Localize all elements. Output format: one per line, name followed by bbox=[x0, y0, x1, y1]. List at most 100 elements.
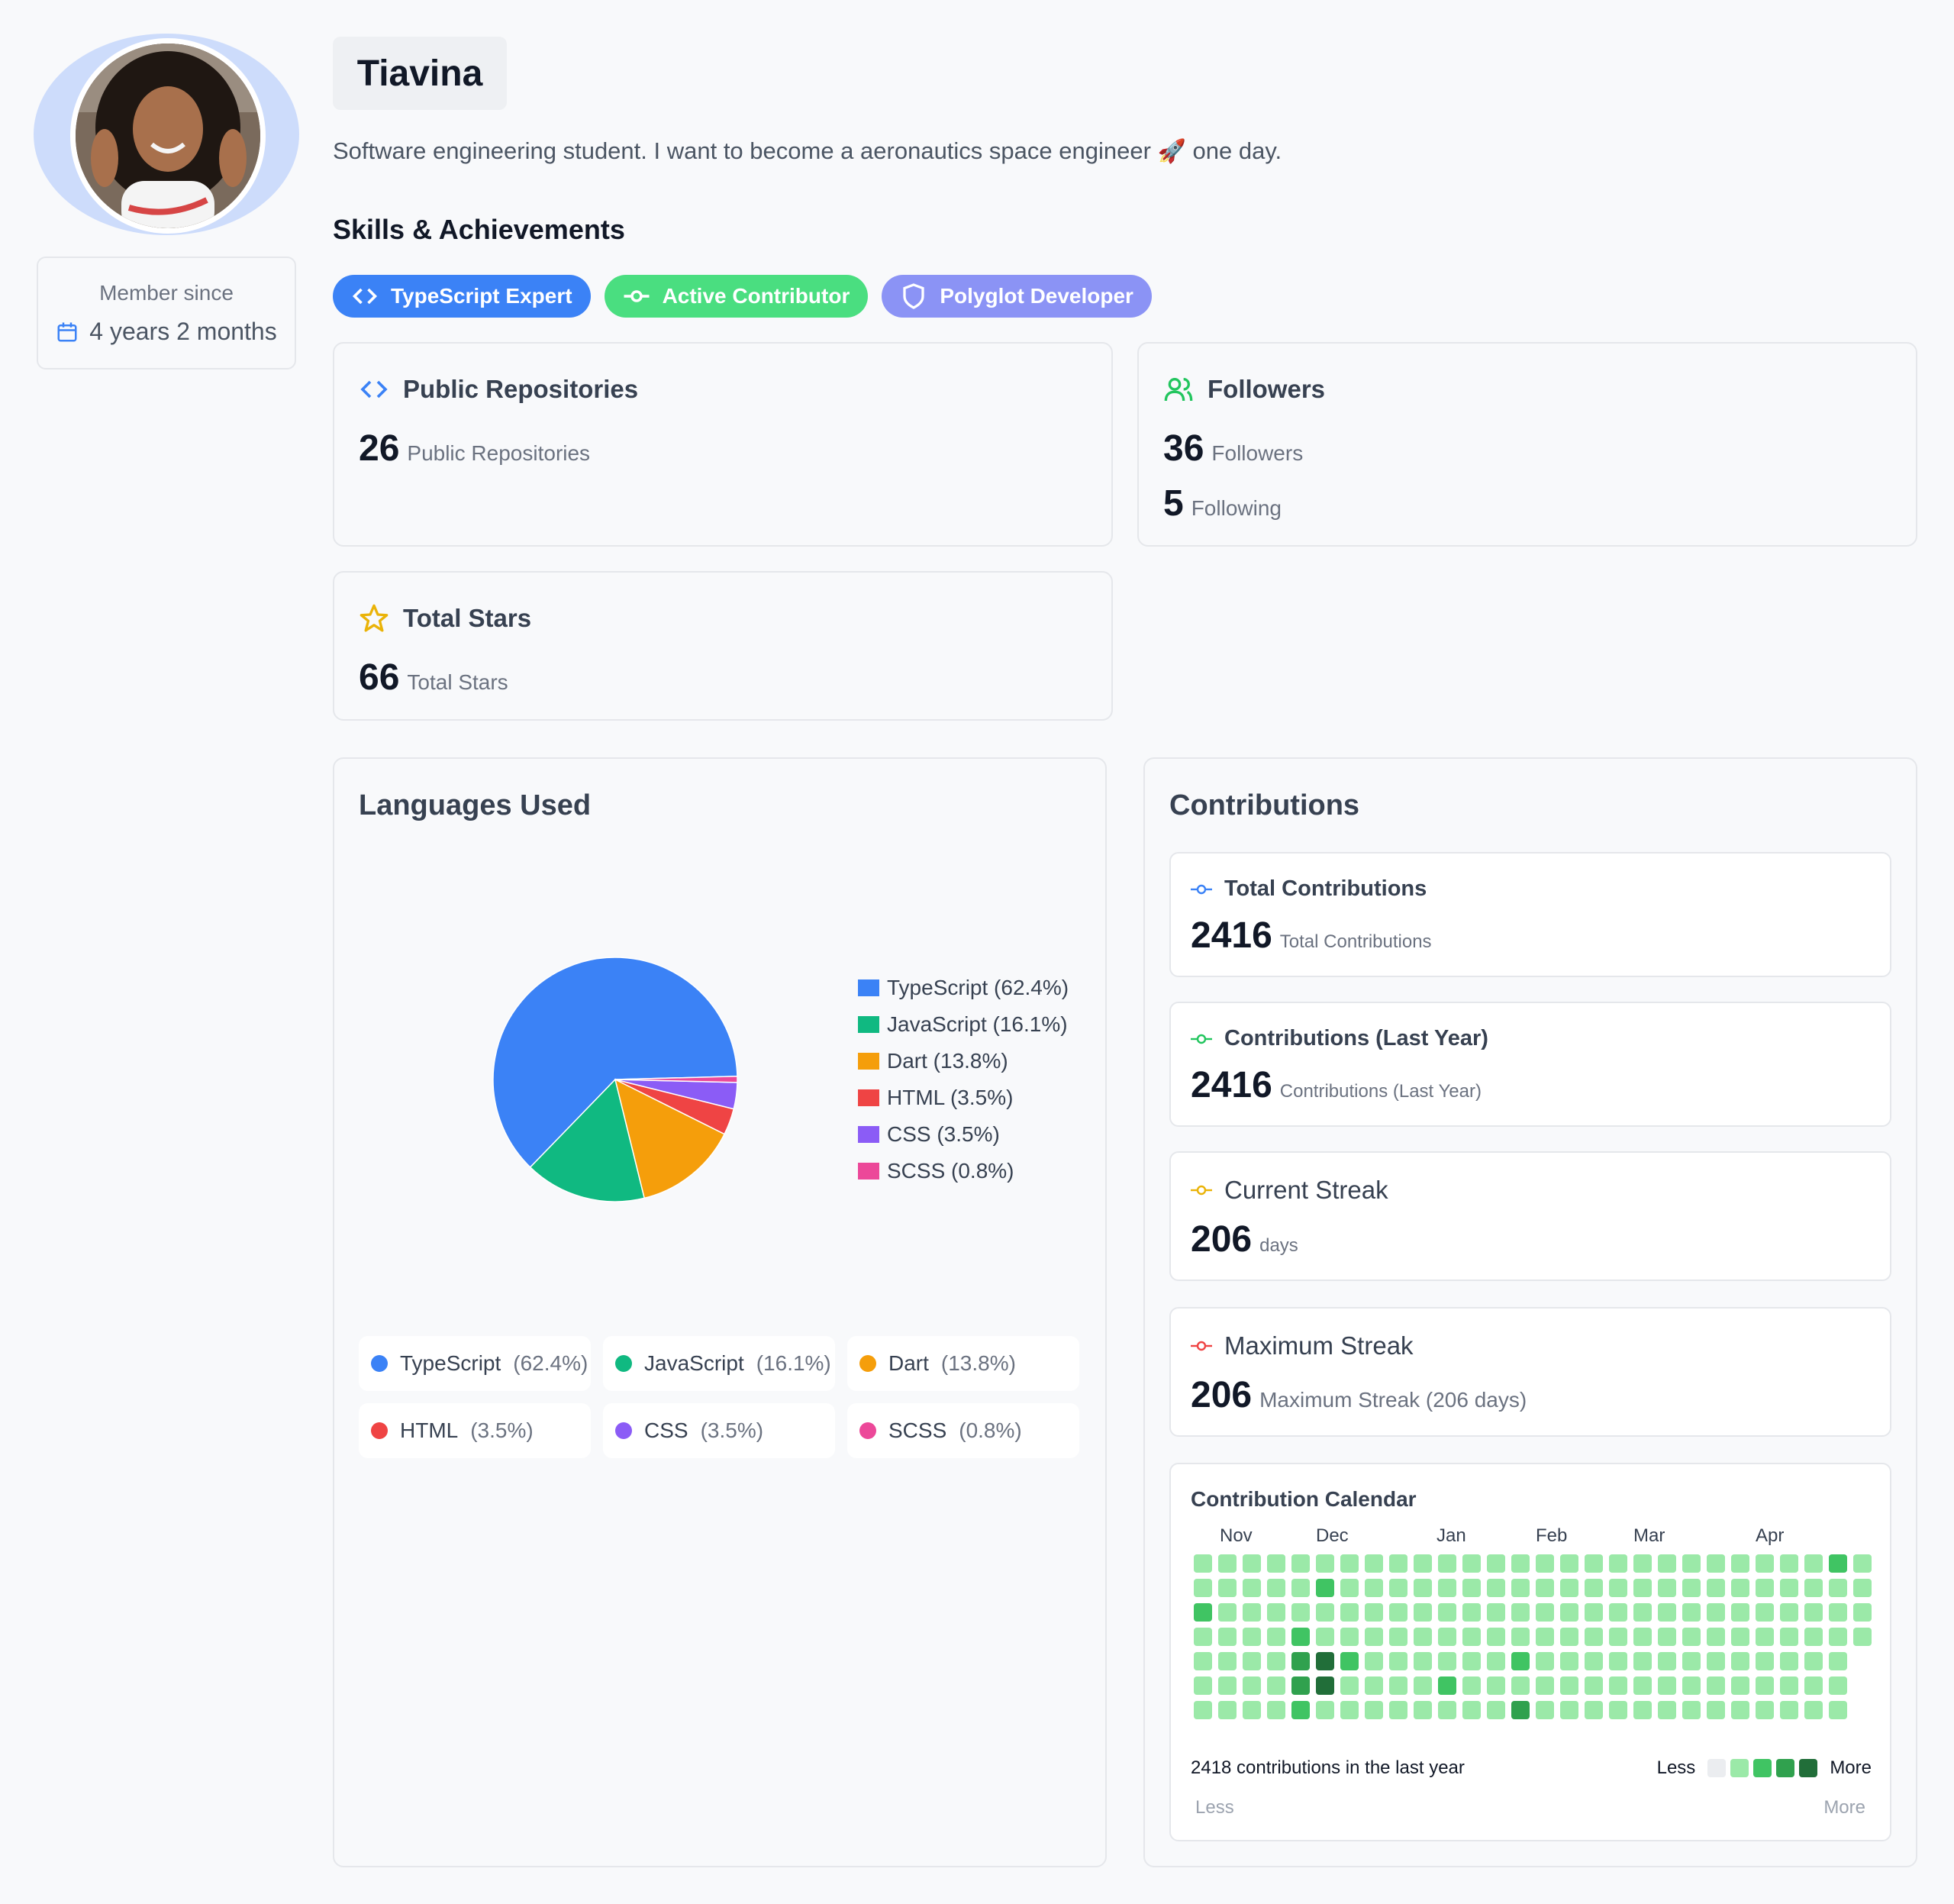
contribution-day-cell[interactable] bbox=[1585, 1701, 1603, 1719]
contribution-day-cell[interactable] bbox=[1414, 1554, 1432, 1573]
contribution-day-cell[interactable] bbox=[1707, 1676, 1725, 1695]
contribution-day-cell[interactable] bbox=[1829, 1652, 1847, 1670]
contribution-day-cell[interactable] bbox=[1462, 1554, 1481, 1573]
contribution-day-cell[interactable] bbox=[1462, 1603, 1481, 1622]
contribution-day-cell[interactable] bbox=[1780, 1628, 1798, 1646]
contribution-day-cell[interactable] bbox=[1829, 1579, 1847, 1597]
contribution-day-cell[interactable] bbox=[1414, 1676, 1432, 1695]
contribution-day-cell[interactable] bbox=[1365, 1701, 1383, 1719]
contribution-day-cell[interactable] bbox=[1438, 1603, 1456, 1622]
contribution-day-cell[interactable] bbox=[1414, 1701, 1432, 1719]
contribution-day-cell[interactable] bbox=[1340, 1701, 1359, 1719]
contribution-day-cell[interactable] bbox=[1487, 1628, 1505, 1646]
contribution-day-cell[interactable] bbox=[1365, 1676, 1383, 1695]
contribution-day-cell[interactable] bbox=[1316, 1676, 1334, 1695]
contribution-day-cell[interactable] bbox=[1585, 1676, 1603, 1695]
contribution-day-cell[interactable] bbox=[1633, 1652, 1652, 1670]
contribution-day-cell[interactable] bbox=[1194, 1603, 1212, 1622]
contribution-day-cell[interactable] bbox=[1267, 1652, 1285, 1670]
legend-item[interactable]: Dart (13.8%) bbox=[858, 1043, 1069, 1079]
contribution-day-cell[interactable] bbox=[1291, 1676, 1310, 1695]
contribution-day-cell[interactable] bbox=[1218, 1603, 1237, 1622]
contribution-day-cell[interactable] bbox=[1218, 1579, 1237, 1597]
contribution-day-cell[interactable] bbox=[1658, 1701, 1676, 1719]
contribution-day-cell[interactable] bbox=[1829, 1554, 1847, 1573]
contribution-day-cell[interactable] bbox=[1243, 1676, 1261, 1695]
contribution-day-cell[interactable] bbox=[1462, 1628, 1481, 1646]
contribution-day-cell[interactable] bbox=[1194, 1701, 1212, 1719]
language-chip-typescript[interactable]: TypeScript (62.4%) bbox=[359, 1336, 591, 1391]
legend-item[interactable]: CSS (3.5%) bbox=[858, 1116, 1069, 1153]
contribution-day-cell[interactable] bbox=[1804, 1579, 1823, 1597]
contribution-day-cell[interactable] bbox=[1707, 1701, 1725, 1719]
contribution-day-cell[interactable] bbox=[1585, 1628, 1603, 1646]
contribution-day-cell[interactable] bbox=[1609, 1701, 1627, 1719]
contribution-day-cell[interactable] bbox=[1853, 1628, 1872, 1646]
contribution-day-cell[interactable] bbox=[1707, 1579, 1725, 1597]
contribution-day-cell[interactable] bbox=[1731, 1554, 1749, 1573]
contribution-day-cell[interactable] bbox=[1682, 1652, 1701, 1670]
contribution-day-cell[interactable] bbox=[1780, 1701, 1798, 1719]
contribution-day-cell[interactable] bbox=[1487, 1652, 1505, 1670]
contribution-day-cell[interactable] bbox=[1414, 1579, 1432, 1597]
legend-item[interactable]: SCSS (0.8%) bbox=[858, 1153, 1069, 1189]
contribution-day-cell[interactable] bbox=[1194, 1628, 1212, 1646]
contribution-day-cell[interactable] bbox=[1438, 1554, 1456, 1573]
contribution-day-cell[interactable] bbox=[1316, 1603, 1334, 1622]
contribution-day-cell[interactable] bbox=[1609, 1652, 1627, 1670]
contribution-day-cell[interactable] bbox=[1853, 1579, 1872, 1597]
contribution-day-cell[interactable] bbox=[1804, 1603, 1823, 1622]
contribution-day-cell[interactable] bbox=[1316, 1628, 1334, 1646]
contribution-day-cell[interactable] bbox=[1756, 1628, 1774, 1646]
legend-item[interactable]: HTML (3.5%) bbox=[858, 1079, 1069, 1116]
contribution-day-cell[interactable] bbox=[1609, 1628, 1627, 1646]
contribution-day-cell[interactable] bbox=[1756, 1554, 1774, 1573]
contribution-day-cell[interactable] bbox=[1853, 1603, 1872, 1622]
contribution-day-cell[interactable] bbox=[1389, 1652, 1407, 1670]
contribution-day-cell[interactable] bbox=[1340, 1554, 1359, 1573]
contribution-day-cell[interactable] bbox=[1853, 1554, 1872, 1573]
contribution-day-cell[interactable] bbox=[1365, 1652, 1383, 1670]
contribution-day-cell[interactable] bbox=[1316, 1554, 1334, 1573]
contribution-day-cell[interactable] bbox=[1682, 1701, 1701, 1719]
badge-active-contributor[interactable]: Active Contributor bbox=[604, 275, 869, 318]
contribution-day-cell[interactable] bbox=[1756, 1652, 1774, 1670]
contribution-day-cell[interactable] bbox=[1682, 1579, 1701, 1597]
contribution-day-cell[interactable] bbox=[1585, 1603, 1603, 1622]
contribution-day-cell[interactable] bbox=[1389, 1579, 1407, 1597]
contribution-day-cell[interactable] bbox=[1487, 1603, 1505, 1622]
contribution-day-cell[interactable] bbox=[1194, 1676, 1212, 1695]
contribution-day-cell[interactable] bbox=[1243, 1579, 1261, 1597]
contribution-day-cell[interactable] bbox=[1560, 1676, 1578, 1695]
contribution-day-cell[interactable] bbox=[1389, 1628, 1407, 1646]
contribution-day-cell[interactable] bbox=[1658, 1579, 1676, 1597]
contribution-day-cell[interactable] bbox=[1731, 1676, 1749, 1695]
contribution-day-cell[interactable] bbox=[1511, 1579, 1530, 1597]
contribution-day-cell[interactable] bbox=[1536, 1701, 1554, 1719]
contribution-day-cell[interactable] bbox=[1707, 1652, 1725, 1670]
contribution-day-cell[interactable] bbox=[1218, 1554, 1237, 1573]
contribution-day-cell[interactable] bbox=[1609, 1579, 1627, 1597]
contribution-day-cell[interactable] bbox=[1804, 1652, 1823, 1670]
legend-item[interactable]: JavaScript (16.1%) bbox=[858, 1006, 1069, 1043]
contribution-day-cell[interactable] bbox=[1707, 1554, 1725, 1573]
language-chip-scss[interactable]: SCSS (0.8%) bbox=[847, 1403, 1079, 1458]
contribution-day-cell[interactable] bbox=[1756, 1676, 1774, 1695]
contribution-day-cell[interactable] bbox=[1267, 1676, 1285, 1695]
contribution-day-cell[interactable] bbox=[1365, 1603, 1383, 1622]
contribution-day-cell[interactable] bbox=[1340, 1628, 1359, 1646]
contribution-day-cell[interactable] bbox=[1291, 1628, 1310, 1646]
contribution-day-cell[interactable] bbox=[1633, 1579, 1652, 1597]
contribution-day-cell[interactable] bbox=[1487, 1676, 1505, 1695]
contribution-day-cell[interactable] bbox=[1560, 1652, 1578, 1670]
contribution-day-cell[interactable] bbox=[1291, 1701, 1310, 1719]
contribution-day-cell[interactable] bbox=[1511, 1628, 1530, 1646]
contribution-day-cell[interactable] bbox=[1756, 1579, 1774, 1597]
contribution-day-cell[interactable] bbox=[1536, 1652, 1554, 1670]
contribution-day-cell[interactable] bbox=[1609, 1676, 1627, 1695]
contribution-day-cell[interactable] bbox=[1658, 1628, 1676, 1646]
contribution-day-cell[interactable] bbox=[1243, 1603, 1261, 1622]
contribution-day-cell[interactable] bbox=[1536, 1676, 1554, 1695]
contribution-day-cell[interactable] bbox=[1731, 1603, 1749, 1622]
contribution-day-cell[interactable] bbox=[1633, 1628, 1652, 1646]
